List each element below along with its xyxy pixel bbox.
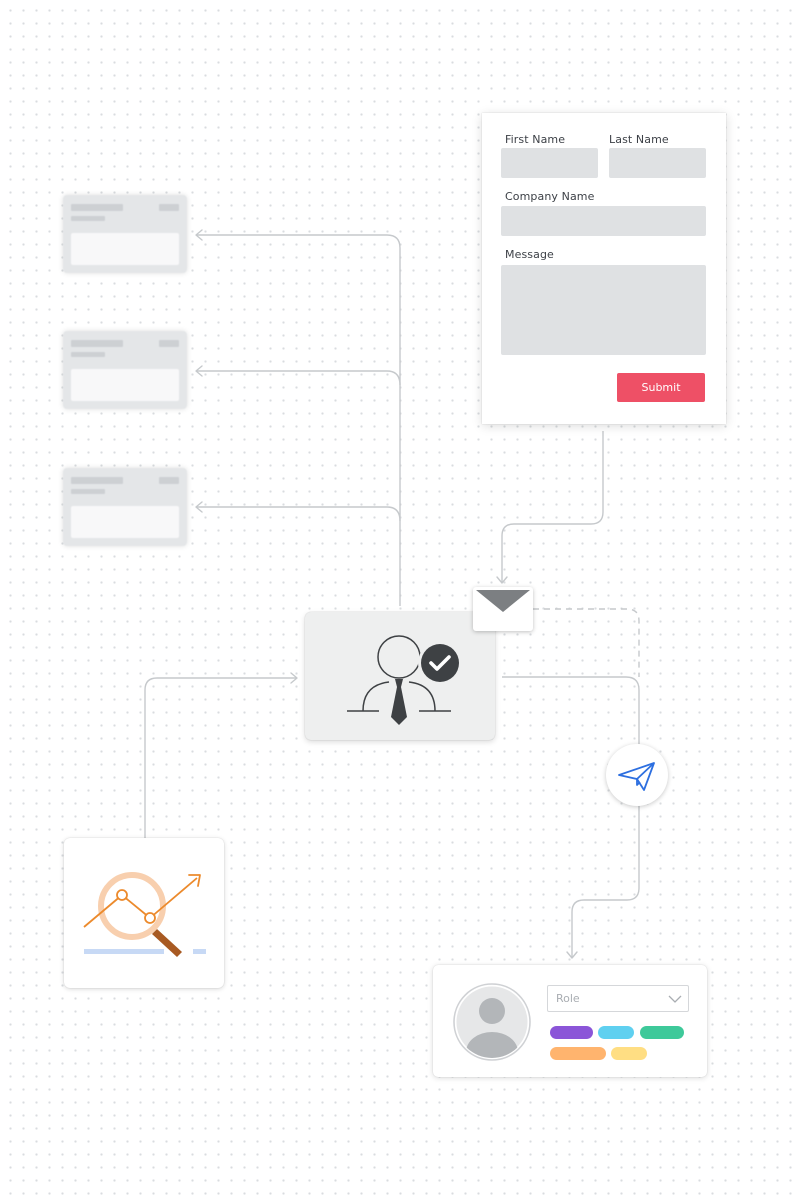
profile-card: Role [433, 965, 707, 1077]
tag-pill-yellow[interactable] [611, 1047, 647, 1060]
analytics-card[interactable] [64, 838, 224, 988]
chevron-down-icon [668, 995, 682, 1003]
trend-point-1 [116, 889, 128, 901]
first-name-label: First Name [505, 133, 566, 146]
avatar-icon [453, 983, 531, 1061]
hub-card[interactable] [305, 612, 495, 740]
connector-hub-to-send [502, 676, 640, 744]
submit-button[interactable]: Submit [617, 373, 705, 402]
first-name-field[interactable] [501, 148, 598, 178]
person-check-icon [347, 635, 462, 725]
paper-plane-icon [618, 762, 655, 791]
baseline-bar-short [193, 949, 206, 954]
connector-hub-to-card-3 [196, 506, 401, 522]
placeholder-body [71, 233, 179, 265]
placeholder-subtitle-bar [71, 216, 105, 221]
placeholder-tag-bar [159, 340, 179, 347]
placeholder-body [71, 369, 179, 401]
placeholder-tag-bar [159, 477, 179, 484]
placeholder-card-3 [63, 468, 187, 546]
placeholder-card-2 [63, 331, 187, 409]
placeholder-subtitle-bar [71, 352, 105, 357]
connector-form-to-envelope [501, 431, 604, 582]
tag-pill-cyan[interactable] [598, 1026, 634, 1039]
connector-send-to-profile [571, 806, 640, 957]
company-name-label: Company Name [505, 190, 595, 203]
placeholder-card-1 [63, 195, 187, 273]
placeholder-title-bar [71, 204, 123, 211]
last-name-label: Last Name [609, 133, 669, 146]
tag-pill-green[interactable] [640, 1026, 684, 1039]
connector-hub-to-card-2 [196, 370, 401, 386]
placeholder-title-bar [71, 477, 123, 484]
placeholder-subtitle-bar [71, 489, 105, 494]
message-label: Message [505, 248, 554, 261]
tag-pill-purple[interactable] [550, 1026, 593, 1039]
contact-form-card: First Name Last Name Company Name Messag… [482, 113, 726, 424]
placeholder-body [71, 506, 179, 538]
connector-analytics-to-hub [144, 677, 297, 838]
magnifier-trend-icon [83, 872, 206, 957]
last-name-field[interactable] [609, 148, 706, 178]
envelope-icon [476, 590, 530, 628]
tag-pill-orange[interactable] [550, 1047, 606, 1060]
send-button[interactable] [606, 744, 668, 806]
message-field[interactable] [501, 265, 706, 355]
baseline-bar [84, 949, 164, 954]
connector-envelope-dashed [533, 608, 640, 677]
role-placeholder: Role [556, 992, 580, 1005]
placeholder-title-bar [71, 340, 123, 347]
envelope-card[interactable] [473, 587, 533, 631]
trend-point-2 [144, 912, 156, 924]
company-name-field[interactable] [501, 206, 706, 236]
role-select[interactable]: Role [547, 985, 689, 1012]
connector-hub-to-card-1 [196, 234, 401, 606]
placeholder-tag-bar [159, 204, 179, 211]
